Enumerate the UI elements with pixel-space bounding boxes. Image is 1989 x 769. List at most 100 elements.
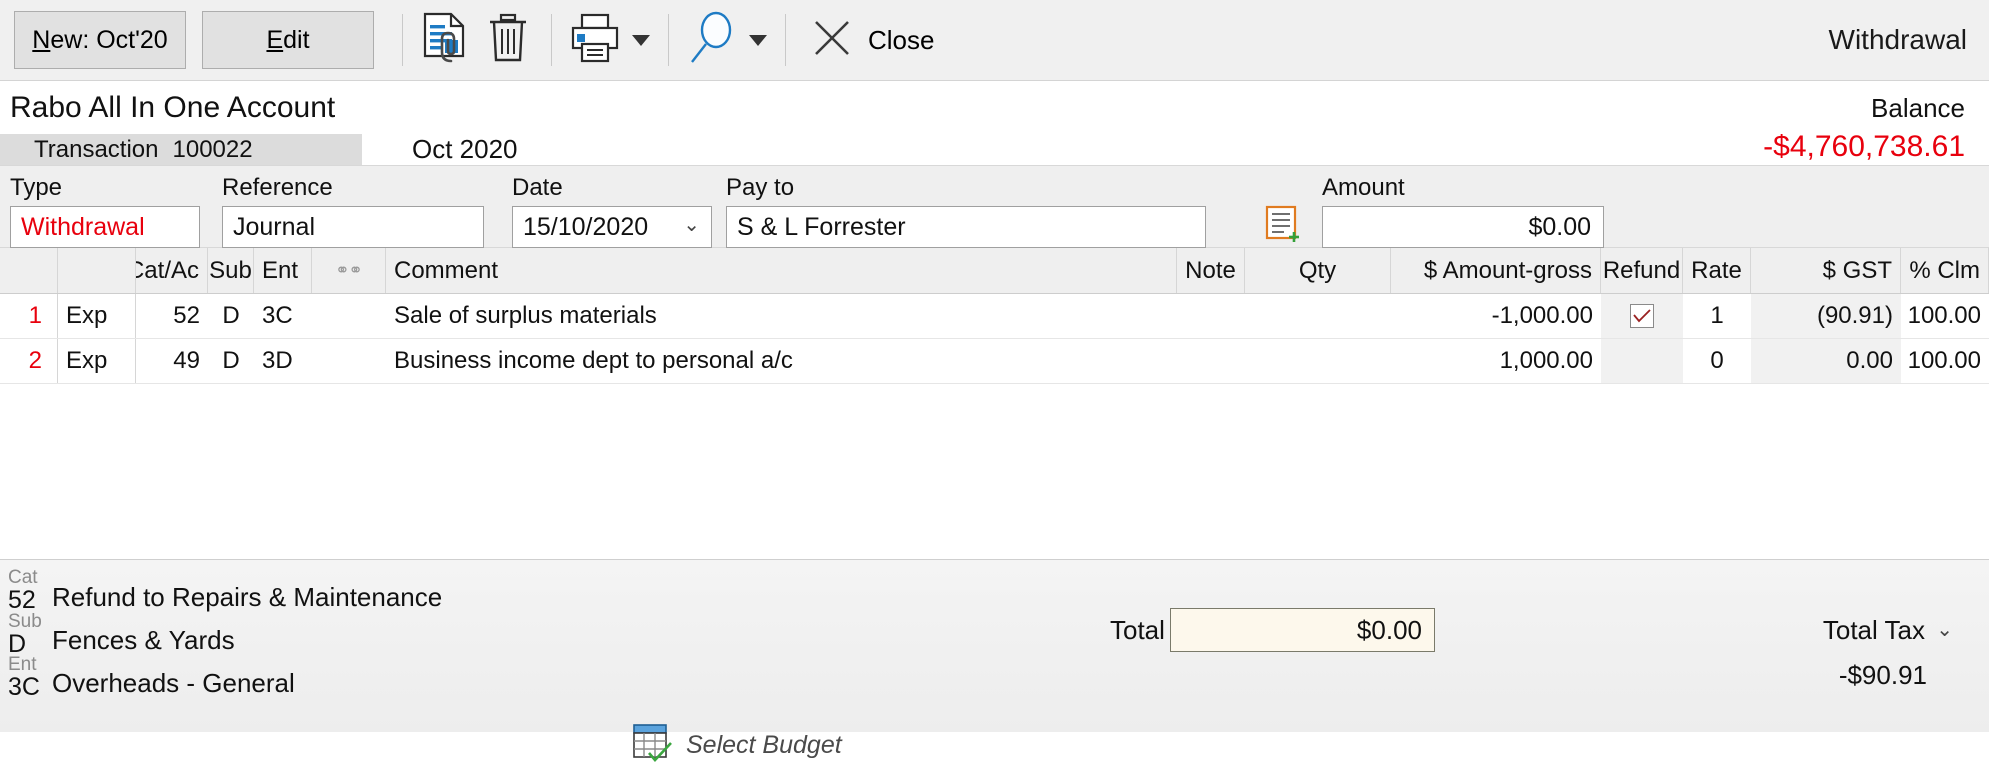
row-note[interactable] <box>1177 339 1245 383</box>
ent-description: Overheads - General <box>52 668 295 698</box>
reference-label: Reference <box>222 174 333 201</box>
account-name: Rabo All In One Account <box>10 91 336 124</box>
sub-tag: Sub <box>8 611 42 632</box>
select-budget-label: Select Budget <box>686 731 842 759</box>
row-ent[interactable]: 3D <box>254 339 312 383</box>
ent-code: 3C <box>8 673 40 701</box>
search-chevron-down-icon[interactable] <box>749 34 767 46</box>
close-button[interactable]: Close <box>810 16 934 65</box>
total-label: Total <box>1110 615 1165 645</box>
edit-button[interactable]: Edit <box>202 11 374 69</box>
row-number: 1 <box>28 302 42 329</box>
search-button[interactable] <box>681 9 743 71</box>
row-link[interactable] <box>312 294 386 338</box>
total-value[interactable]: $0.00 <box>1170 608 1435 652</box>
printer-icon <box>569 12 621 69</box>
total-tax-chevron-down-icon[interactable]: ⌄ <box>1936 617 1953 642</box>
row-qty[interactable] <box>1245 294 1391 338</box>
print-button[interactable] <box>564 9 626 71</box>
search-split-button[interactable] <box>681 9 773 71</box>
row-number: 2 <box>28 347 42 374</box>
row-comment[interactable]: Sale of surplus materials <box>386 294 1177 338</box>
print-chevron-down-icon[interactable] <box>632 34 650 46</box>
total-tax-value: -$90.91 <box>1838 660 1927 690</box>
delete-button[interactable] <box>477 9 539 71</box>
grid-empty-area[interactable] <box>0 384 1989 559</box>
col-clm[interactable]: % Clm <box>1901 248 1989 293</box>
new-transaction-button[interactable]: New: Oct'20 <box>14 11 186 69</box>
row-rate[interactable]: 1 <box>1683 294 1751 338</box>
attach-document-button[interactable] <box>415 9 477 71</box>
row-note[interactable] <box>1177 294 1245 338</box>
date-chevron-down-icon[interactable]: ⌄ <box>683 215 700 235</box>
type-field-group: Type Withdrawal <box>10 174 200 248</box>
row-ent[interactable]: 3C <box>254 294 312 338</box>
payto-input[interactable]: S & L Forrester <box>726 206 1206 248</box>
add-note-button[interactable] <box>1262 205 1306 248</box>
select-budget-button[interactable]: Select Budget <box>632 723 842 768</box>
refund-checkbox[interactable] <box>1630 304 1654 328</box>
sub-meta: Sub D <box>8 612 42 657</box>
col-comment[interactable]: Comment <box>386 248 1177 293</box>
grid-header-row: Cat/Ac Sub Ent ⚭⚭ Comment Note Qty $ Amo… <box>0 248 1989 294</box>
reference-field-group: Reference Journal <box>222 174 484 248</box>
tab-transaction[interactable]: Transaction 100022 <box>0 134 362 165</box>
col-qty[interactable]: Qty <box>1245 248 1391 293</box>
row-type[interactable]: Exp <box>58 294 136 338</box>
col-gst[interactable]: $ GST <box>1751 248 1901 293</box>
date-label: Date <box>512 174 563 201</box>
col-type[interactable] <box>58 248 136 293</box>
row-type[interactable]: Exp <box>58 339 136 383</box>
main-toolbar: New: Oct'20 Edit Close Withdrawal <box>0 0 1989 81</box>
row-amount-gross[interactable]: -1,000.00 <box>1391 294 1601 338</box>
date-input[interactable]: 15/10/2020 <box>512 206 712 248</box>
row-amount-gross[interactable]: 1,000.00 <box>1391 339 1601 383</box>
row-comment[interactable]: Business income dept to personal a/c <box>386 339 1177 383</box>
col-cat-ac[interactable]: Cat/Ac <box>136 248 208 293</box>
col-index[interactable] <box>0 248 58 293</box>
col-note[interactable]: Note <box>1177 248 1245 293</box>
select-budget-icon <box>632 723 674 768</box>
col-ent[interactable]: Ent <box>254 248 312 293</box>
row-clm[interactable]: 100.00 <box>1901 339 1989 383</box>
tab-transaction-label: Transaction <box>34 135 159 163</box>
col-rate[interactable]: Rate <box>1683 248 1751 293</box>
col-link[interactable]: ⚭⚭ <box>312 248 386 293</box>
row-rate[interactable]: 0 <box>1683 339 1751 383</box>
row-gst[interactable]: (90.91) <box>1751 294 1901 338</box>
window-title: Withdrawal <box>1828 24 1967 55</box>
row-sub[interactable]: D <box>208 339 254 383</box>
type-input[interactable]: Withdrawal <box>10 206 200 248</box>
ent-tag: Ent <box>8 654 37 675</box>
table-row[interactable]: 1 Exp 52 D 3C Sale of surplus materials … <box>0 294 1989 339</box>
row-cat-ac[interactable]: 49 <box>136 339 208 383</box>
toolbar-divider <box>785 14 786 66</box>
reference-input[interactable]: Journal <box>222 206 484 248</box>
row-link[interactable] <box>312 339 386 383</box>
row-qty[interactable] <box>1245 339 1391 383</box>
row-refund[interactable] <box>1601 339 1683 383</box>
row-clm[interactable]: 100.00 <box>1901 294 1989 338</box>
new-button-label: ew: Oct'20 <box>50 25 168 54</box>
edit-button-label: dit <box>283 25 310 54</box>
add-note-icon <box>1264 205 1304 248</box>
trash-icon <box>486 12 530 69</box>
col-amount-gross[interactable]: $ Amount-gross <box>1391 248 1601 293</box>
row-refund[interactable] <box>1601 294 1683 338</box>
account-header: Rabo All In One Account Balance Transact… <box>0 81 1989 165</box>
print-split-button[interactable] <box>564 9 656 71</box>
row-index: 1 <box>0 294 58 338</box>
amount-field-group: Amount $0.00 <box>1322 174 1604 248</box>
table-row[interactable]: 2 Exp 49 D 3D Business income dept to pe… <box>0 339 1989 384</box>
row-cat-ac[interactable]: 52 <box>136 294 208 338</box>
col-sub[interactable]: Sub <box>208 248 254 293</box>
payto-label: Pay to <box>726 174 795 201</box>
cat-tag: Cat <box>8 567 38 588</box>
row-gst[interactable]: 0.00 <box>1751 339 1901 383</box>
col-refund[interactable]: Refund <box>1601 248 1683 293</box>
date-field-group: Date 15/10/2020 ⌄ <box>512 174 712 248</box>
period-label: Oct 2020 <box>412 134 518 164</box>
row-sub[interactable]: D <box>208 294 254 338</box>
amount-input[interactable]: $0.00 <box>1322 206 1604 248</box>
document-attachment-icon <box>421 12 471 69</box>
